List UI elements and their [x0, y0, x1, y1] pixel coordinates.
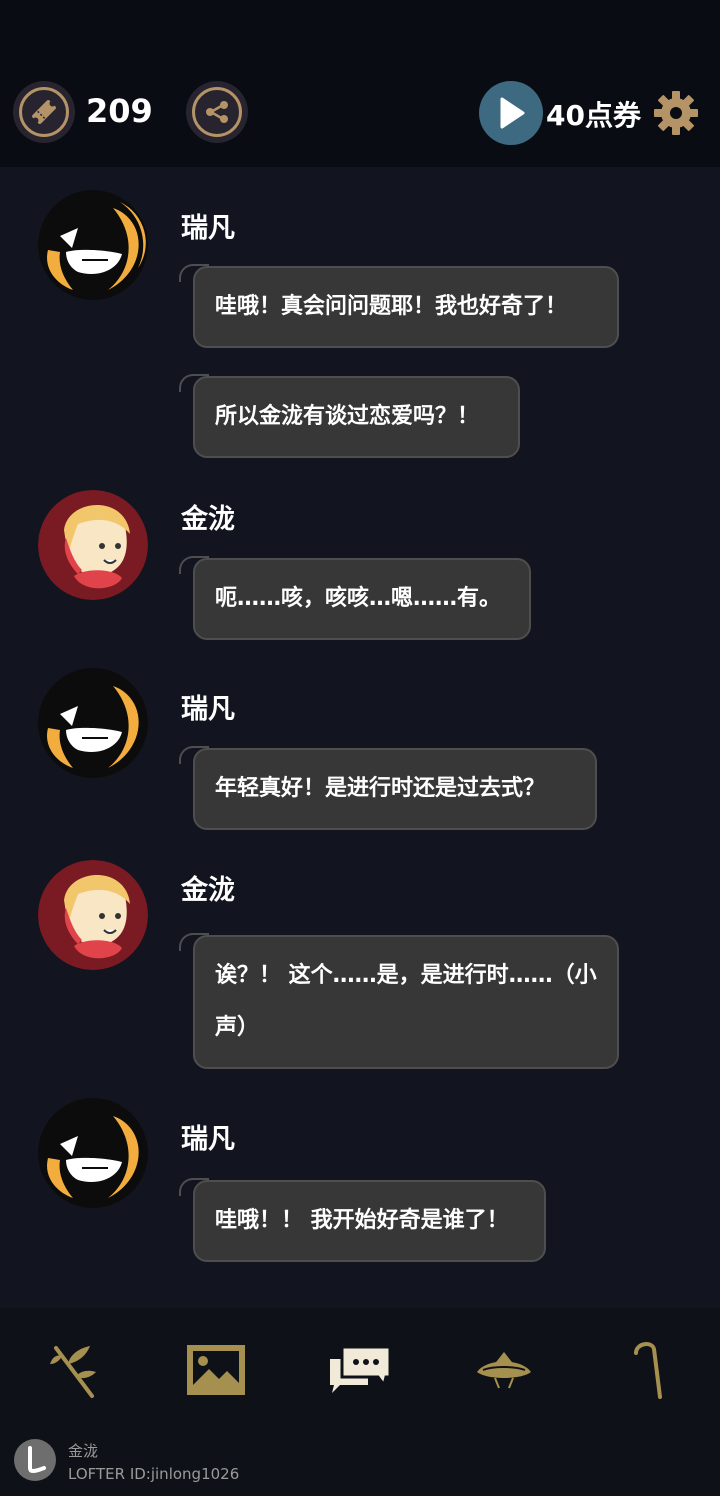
message-text: 年轻真好！是进行时还是过去式？	[215, 776, 546, 801]
share-icon	[206, 101, 228, 123]
watermark-id: LOFTER ID:jinlong1026	[68, 1465, 240, 1483]
speaker-name: 瑞凡	[181, 694, 235, 725]
play-icon	[500, 97, 525, 129]
speaker-name: 瑞凡	[181, 213, 235, 244]
message-bubble[interactable]: 哇哦！真会问问题耶！我也好奇了！	[179, 264, 619, 348]
ticket-count: 209	[86, 92, 153, 130]
avatar-ruifan[interactable]	[38, 1098, 148, 1208]
message-bubble[interactable]: 诶？！ 这个……是，是进行时……（小声）	[179, 933, 619, 1069]
message-bubble[interactable]: 所以金泷有谈过恋爱吗？！	[179, 374, 520, 458]
share-button[interactable]	[186, 81, 248, 143]
branch-icon	[50, 1346, 96, 1398]
ticket-icon	[32, 100, 56, 124]
nav-chat[interactable]	[328, 1338, 392, 1402]
message-text: 哇哦！！ 我开始好奇是谁了！	[215, 1208, 509, 1233]
message-text: 哇哦！真会问问题耶！我也好奇了！	[215, 294, 568, 319]
message-bubble[interactable]: 哇哦！！ 我开始好奇是谁了！	[179, 1178, 546, 1262]
message-text: 所以金泷有谈过恋爱吗？！	[215, 404, 480, 429]
points-label: 40点券	[546, 99, 641, 132]
nav-hat[interactable]	[472, 1338, 536, 1402]
lofter-logo	[14, 1439, 56, 1481]
nav-gallery[interactable]	[184, 1338, 248, 1402]
speaker-name: 瑞凡	[181, 1124, 235, 1155]
ticket-button[interactable]	[13, 81, 75, 143]
nav-branch[interactable]	[42, 1338, 106, 1402]
message-text: 呃……咳，咳咳…嗯……有。	[215, 586, 502, 611]
nav-cane[interactable]	[616, 1338, 680, 1402]
gear-icon[interactable]	[652, 89, 700, 137]
avatar-ruifan[interactable]	[38, 668, 148, 778]
message-bubble[interactable]: 呃……咳，咳咳…嗯……有。	[179, 556, 531, 640]
cane-icon	[634, 1342, 662, 1399]
bubble-tail	[179, 374, 209, 392]
message-text: 诶？！ 这个……是，是进行时……（小声）	[215, 963, 597, 1040]
chat-icon	[330, 1345, 392, 1393]
bubble-tail	[179, 556, 209, 574]
avatar-jinlong[interactable]	[38, 860, 148, 970]
hat-icon	[477, 1352, 531, 1389]
play-ad-button[interactable]	[479, 81, 543, 145]
avatar-jinlong[interactable]	[38, 490, 148, 600]
bubble-tail	[179, 264, 209, 282]
bubble-tail	[179, 933, 209, 951]
bubble-tail	[179, 746, 209, 764]
message-bubble[interactable]: 年轻真好！是进行时还是过去式？	[179, 746, 597, 830]
avatar-ruifan[interactable]	[38, 190, 148, 300]
speaker-name: 金泷	[181, 875, 235, 906]
bubble-tail	[179, 1178, 209, 1196]
watermark-name: 金泷	[68, 1442, 99, 1460]
speaker-name: 金泷	[181, 504, 235, 535]
top-bar	[0, 0, 720, 167]
gallery-icon	[187, 1345, 245, 1395]
